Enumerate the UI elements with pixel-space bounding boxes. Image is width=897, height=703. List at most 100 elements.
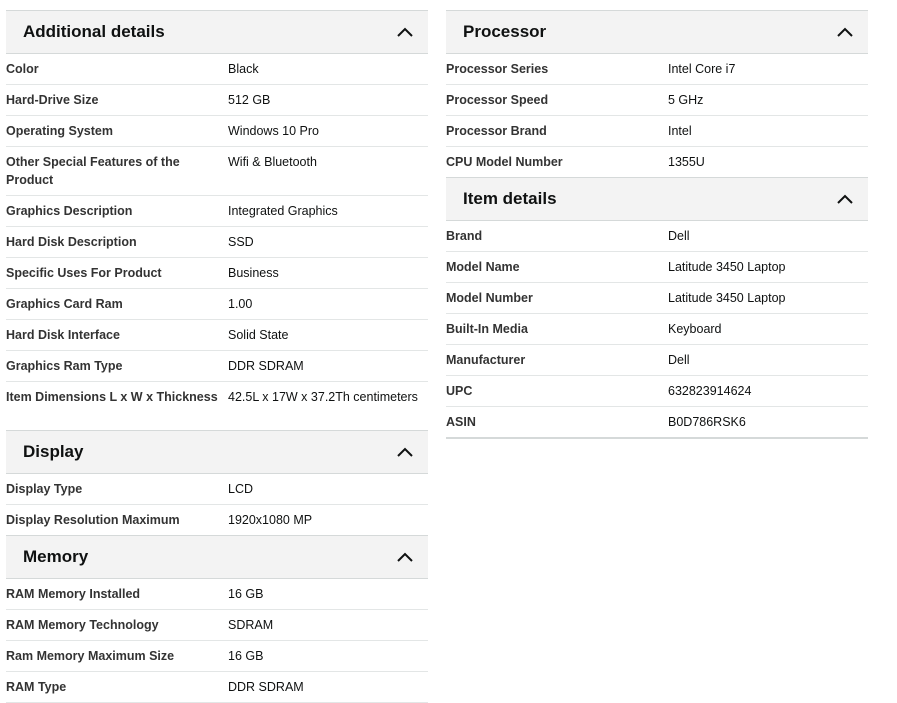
spec-value: Solid State bbox=[228, 328, 289, 342]
spec-key: ASIN bbox=[446, 415, 476, 429]
section-title: Display bbox=[23, 442, 84, 461]
spec-row: Hard-Drive Size 512 GB bbox=[6, 85, 428, 116]
spec-value: SDRAM bbox=[228, 618, 274, 632]
spec-key: Built-In Media bbox=[446, 322, 528, 336]
spec-row: Display Resolution Maximum 1920x1080 MP bbox=[6, 505, 428, 535]
spec-row: ASIN B0D786RSK6 bbox=[446, 407, 868, 439]
spec-key: Graphics Ram Type bbox=[6, 359, 123, 373]
spec-row: Other Special Features of the Product Wif… bbox=[6, 147, 428, 196]
section-header-display[interactable]: Display bbox=[6, 430, 428, 474]
section-additional-details: Additional details Color Black Hard-Drive… bbox=[6, 10, 428, 430]
spec-value: DDR SDRAM bbox=[228, 359, 304, 373]
spec-key: Item Dimensions L x W x Thickness bbox=[6, 390, 218, 404]
spec-value: Dell bbox=[668, 229, 690, 243]
spec-key: Hard Disk Description bbox=[6, 235, 137, 249]
section-header-item-details[interactable]: Item details bbox=[446, 177, 868, 221]
spec-key: Model Name bbox=[446, 260, 520, 274]
section-item-details: Item details Brand Dell Model Name Latitud… bbox=[446, 177, 868, 439]
spec-key: RAM Type bbox=[6, 680, 67, 694]
spec-value: 5 GHz bbox=[668, 93, 704, 107]
spec-row: Graphics Card Ram 1.00 bbox=[6, 289, 428, 320]
spec-value: Black bbox=[228, 62, 259, 76]
section-title: Memory bbox=[23, 547, 89, 566]
spec-row: Processor Brand Intel bbox=[446, 116, 868, 147]
chevron-up-icon[interactable] bbox=[836, 193, 854, 205]
chevron-up-icon[interactable] bbox=[396, 26, 414, 38]
spec-row: Model Name Latitude 3450 Laptop bbox=[446, 252, 868, 283]
spec-row: Specific Uses For Product Business bbox=[6, 258, 428, 289]
section-processor: Processor Processor Series Intel Core i7 … bbox=[446, 10, 868, 177]
spec-key: Graphics Card Ram bbox=[6, 297, 123, 311]
section-title: Additional details bbox=[23, 22, 165, 41]
spec-value: 1.00 bbox=[228, 297, 253, 311]
chevron-up-icon[interactable] bbox=[396, 551, 414, 563]
spec-value: DDR SDRAM bbox=[228, 680, 304, 694]
spec-key: Processor Brand bbox=[446, 124, 547, 138]
section-title: Processor bbox=[463, 22, 547, 41]
spec-key: Brand bbox=[446, 229, 483, 243]
spec-row: CPU Model Number 1355U bbox=[446, 147, 868, 177]
spec-row: Processor Series Intel Core i7 bbox=[446, 54, 868, 85]
spec-row: Processor Speed 5 GHz bbox=[446, 85, 868, 116]
spec-row: Manufacturer Dell bbox=[446, 345, 868, 376]
spec-key: Display Type bbox=[6, 482, 83, 496]
spec-value: Intel bbox=[668, 124, 692, 138]
spec-value: Wifi & Bluetooth bbox=[228, 155, 317, 169]
spec-key: Processor Speed bbox=[446, 93, 549, 107]
left-column: Additional details Color Black Hard-Drive… bbox=[6, 10, 428, 703]
spec-row: Model Number Latitude 3450 Laptop bbox=[446, 283, 868, 314]
spec-value: B0D786RSK6 bbox=[668, 415, 746, 429]
spec-value: 632823914624 bbox=[668, 384, 752, 398]
spec-key: Color bbox=[6, 62, 39, 76]
spec-key: Ram Memory Maximum Size bbox=[6, 649, 175, 663]
spec-key: Specific Uses For Product bbox=[6, 266, 162, 280]
chevron-up-icon[interactable] bbox=[836, 26, 854, 38]
spec-key: UPC bbox=[446, 384, 473, 398]
spec-row: Built-In Media Keyboard bbox=[446, 314, 868, 345]
section-header-processor[interactable]: Processor bbox=[446, 10, 868, 54]
spec-value: 16 GB bbox=[228, 587, 264, 601]
spec-key: Hard Disk Interface bbox=[6, 328, 120, 342]
section-display: Display Display Type LCD Display Resoluti… bbox=[6, 430, 428, 535]
spec-row: RAM Memory Installed 16 GB bbox=[6, 579, 428, 610]
chevron-up-icon[interactable] bbox=[396, 446, 414, 458]
spec-value: Dell bbox=[668, 353, 690, 367]
section-title: Item details bbox=[463, 189, 557, 208]
spec-row: Hard Disk Description SSD bbox=[6, 227, 428, 258]
section-header-memory[interactable]: Memory bbox=[6, 535, 428, 579]
spec-key: Model Number bbox=[446, 291, 533, 305]
spec-row: Graphics Description Integrated Graphics bbox=[6, 196, 428, 227]
spec-key: Other Special Features of the Product bbox=[6, 155, 180, 187]
spec-row: Graphics Ram Type DDR SDRAM bbox=[6, 351, 428, 382]
spec-value: Integrated Graphics bbox=[228, 204, 338, 218]
spec-key: Operating System bbox=[6, 124, 113, 138]
spec-value: 42.5L x 17W x 37.2Th centimeters bbox=[228, 390, 418, 404]
spec-value: 1355U bbox=[668, 155, 705, 169]
spec-key: RAM Memory Installed bbox=[6, 587, 141, 601]
spec-row: RAM Memory Technology SDRAM bbox=[6, 610, 428, 641]
spec-value: 1920x1080 MP bbox=[228, 513, 313, 527]
section-memory: Memory RAM Memory Installed 16 GB RAM Mem… bbox=[6, 535, 428, 703]
spec-row: Ram Memory Maximum Size 16 GB bbox=[6, 641, 428, 672]
spec-row: RAM Type DDR SDRAM bbox=[6, 672, 428, 703]
spec-value: 16 GB bbox=[228, 649, 264, 663]
spec-value: Business bbox=[228, 266, 279, 280]
spec-key: Hard-Drive Size bbox=[6, 93, 99, 107]
spec-key: Graphics Description bbox=[6, 204, 133, 218]
spec-value: LCD bbox=[228, 482, 254, 496]
spec-key: Manufacturer bbox=[446, 353, 526, 367]
spec-value: SSD bbox=[228, 235, 254, 249]
spec-key: Processor Series bbox=[446, 62, 549, 76]
spec-row: Display Type LCD bbox=[6, 474, 428, 505]
spec-key: RAM Memory Technology bbox=[6, 618, 159, 632]
spec-row: UPC 632823914624 bbox=[446, 376, 868, 407]
spec-value: Latitude 3450 Laptop bbox=[668, 260, 786, 274]
spec-value: 512 GB bbox=[228, 93, 271, 107]
spec-value: Windows 10 Pro bbox=[228, 124, 320, 138]
spec-key: CPU Model Number bbox=[446, 155, 563, 169]
spec-row: Item Dimensions L x W x Thickness 42.5L x… bbox=[6, 382, 428, 430]
spec-value: Intel Core i7 bbox=[668, 62, 736, 76]
section-header-additional-details[interactable]: Additional details bbox=[6, 10, 428, 54]
spec-key: Display Resolution Maximum bbox=[6, 513, 180, 527]
spec-row: Operating System Windows 10 Pro bbox=[6, 116, 428, 147]
